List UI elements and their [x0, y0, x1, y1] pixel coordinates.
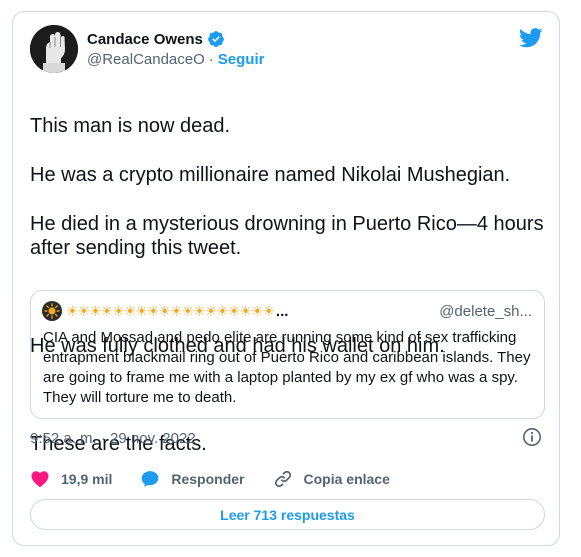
tweet-line: This man is now dead. [30, 115, 231, 138]
quoted-tweet[interactable]: ☀☀☀☀☀☀☀☀☀☀☀☀☀☀☀☀☀☀ ... @delete_sh... CIA… [30, 290, 545, 419]
quoted-text: CIA and Mossad and pedo elite are runnin… [43, 329, 531, 406]
like-count: 19,9 mil [61, 471, 113, 487]
sun-avatar-icon [42, 301, 62, 321]
link-icon [274, 470, 291, 488]
tweet-text: This man is now dead. He was a crypto mi… [30, 90, 550, 480]
tweet-card: Candace Owens @RealCandaceO · Seguir Thi… [12, 11, 560, 546]
tweet-line: He died in a mysterious drowning in Puer… [30, 213, 544, 260]
quoted-handle: @delete_sh... [439, 302, 532, 320]
tweet-actions: 19,9 mil Responder Copia enlace [30, 467, 390, 491]
copy-link-button[interactable]: Copia enlace [273, 469, 390, 489]
twitter-bird-icon[interactable] [519, 28, 543, 48]
raised-fist-icon [30, 25, 78, 73]
info-icon[interactable] [522, 427, 542, 447]
tweet-line: He was a crypto millionaire named Nikola… [30, 164, 511, 187]
like-button[interactable]: 19,9 mil [30, 469, 112, 489]
follow-button[interactable]: Seguir [218, 51, 265, 68]
reply-label: Responder [171, 471, 245, 487]
verified-badge-icon [208, 31, 224, 47]
author-handle[interactable]: @RealCandaceO [87, 51, 205, 68]
reply-button[interactable]: Responder [140, 469, 245, 489]
handle-separator: · [208, 51, 214, 68]
reply-bubble-icon [142, 471, 159, 487]
read-replies-button[interactable]: Leer 713 respuestas [30, 499, 545, 530]
author-name[interactable]: Candace Owens [87, 31, 203, 48]
tweet-timestamp[interactable]: 9:52 a. m. · 29 nov. 2022 [30, 430, 196, 447]
heart-icon [31, 471, 49, 487]
quoted-display-name: ☀☀☀☀☀☀☀☀☀☀☀☀☀☀☀☀☀☀ [66, 302, 274, 319]
copy-link-label: Copia enlace [303, 471, 390, 487]
quoted-name-ellipsis: ... [275, 302, 289, 320]
author-avatar[interactable] [30, 25, 78, 73]
